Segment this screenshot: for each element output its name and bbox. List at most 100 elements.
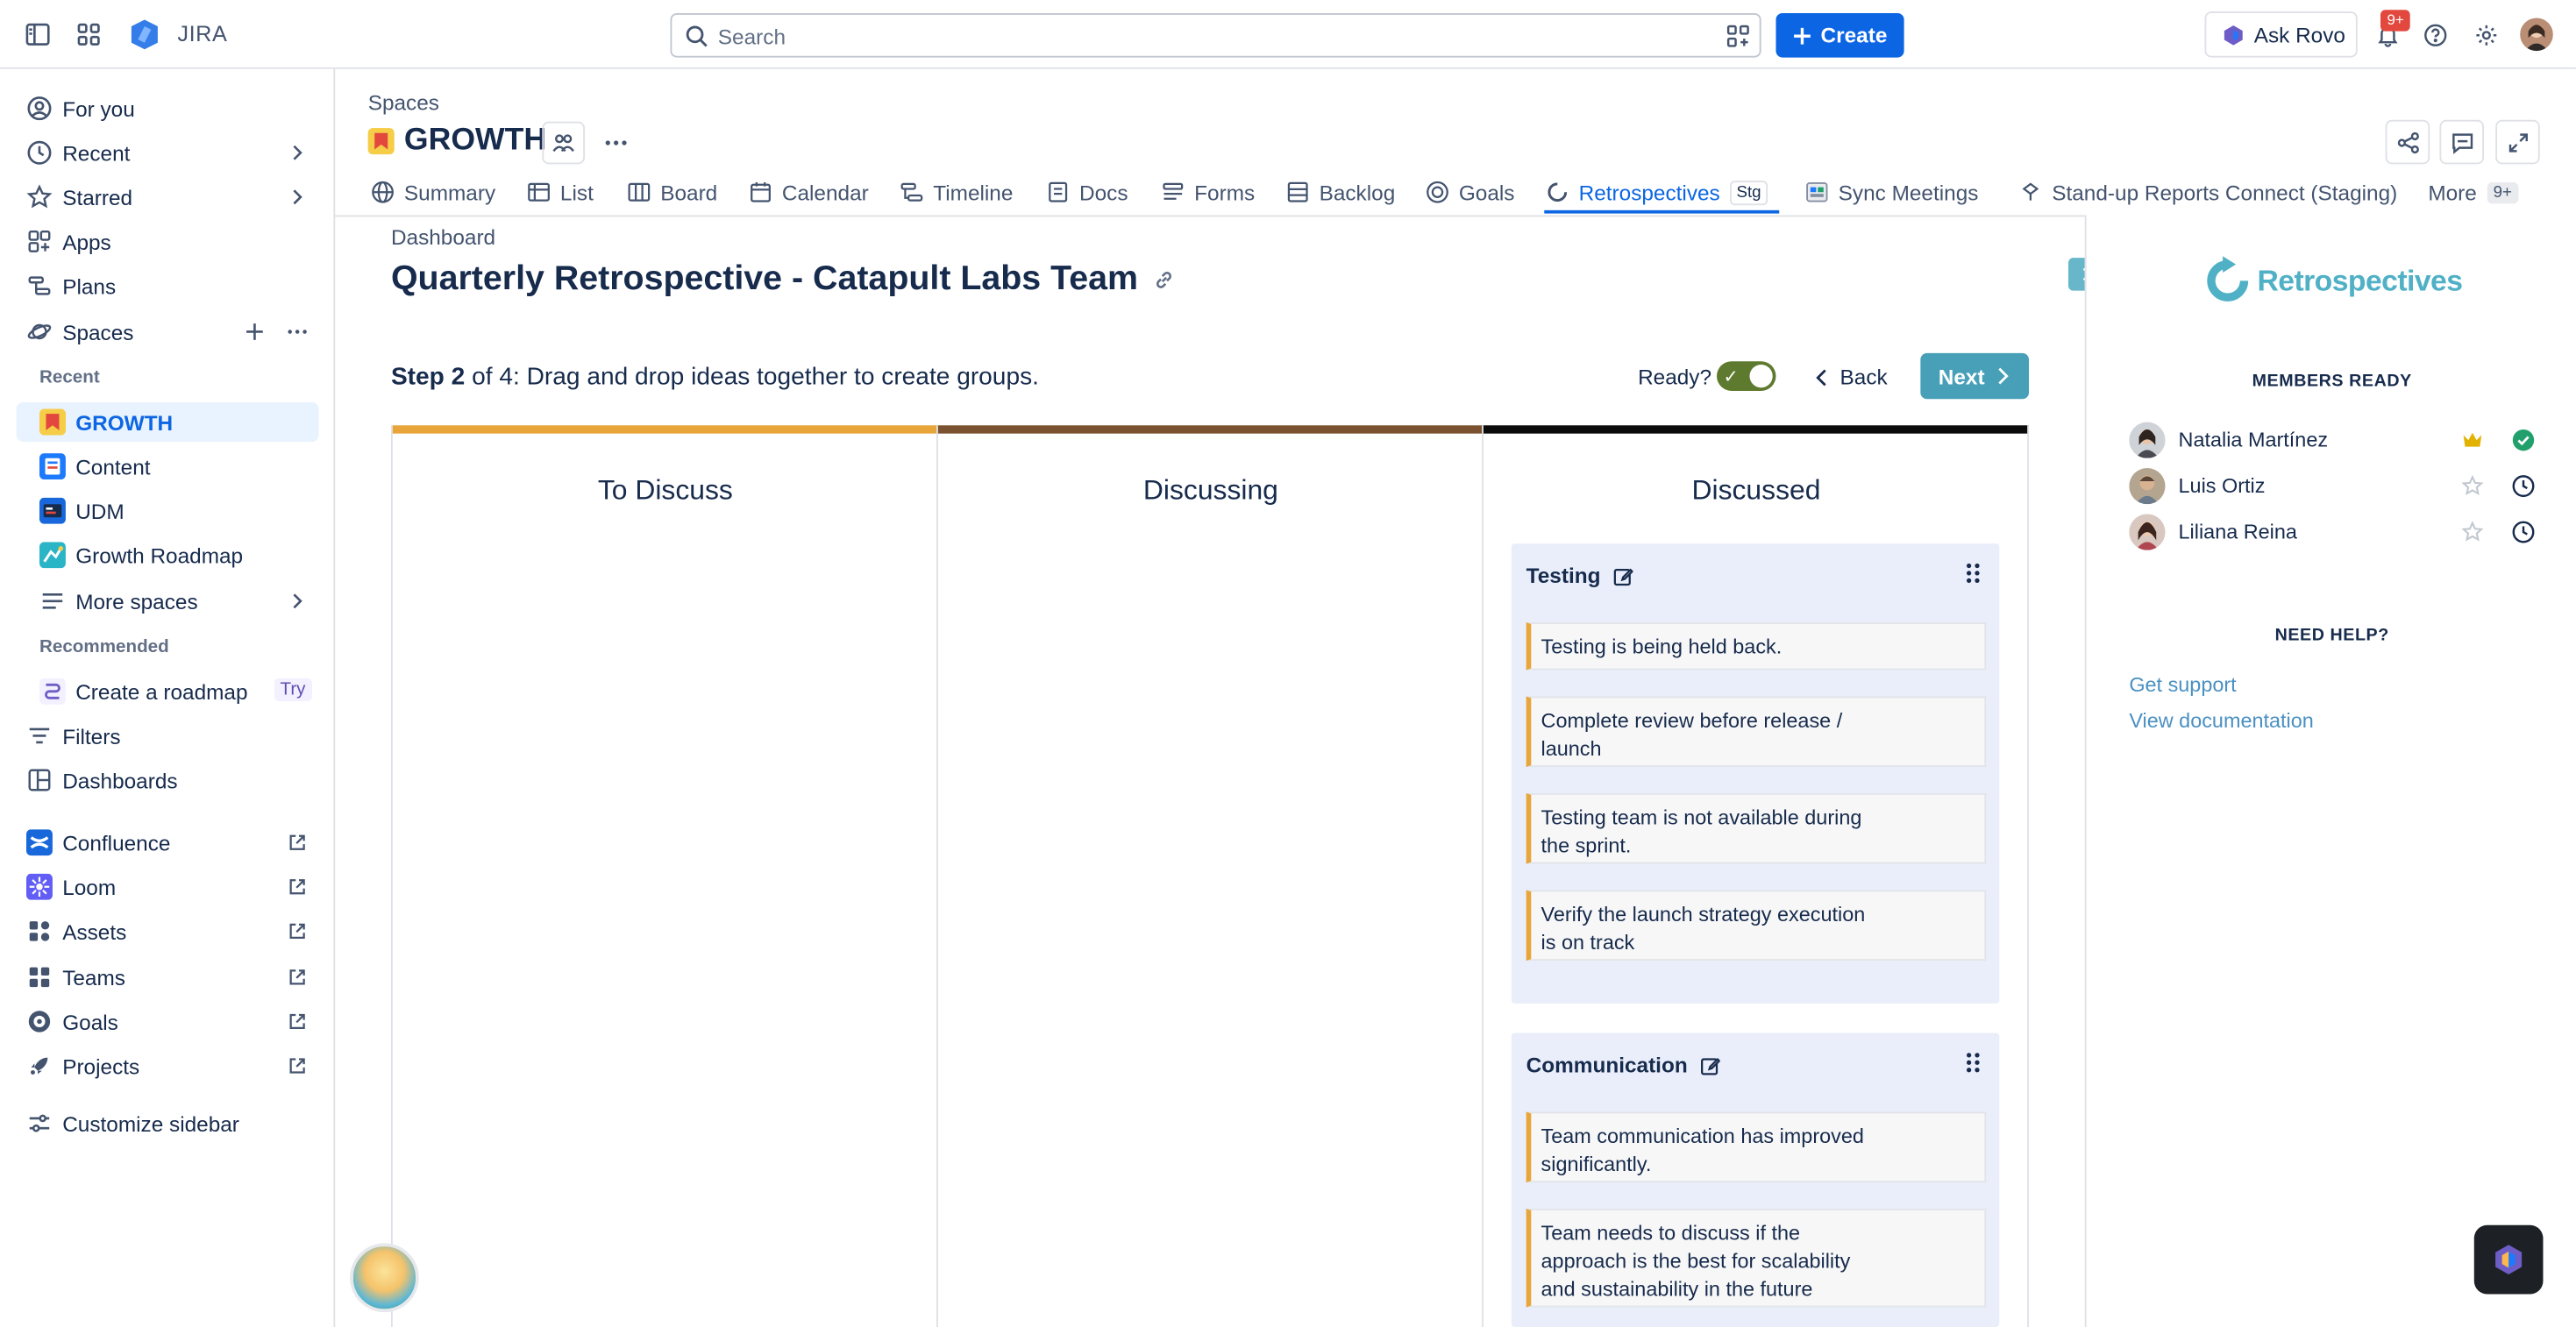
sidebar-item-recent[interactable]: Recent: [17, 133, 319, 173]
content-project-icon: [39, 453, 66, 480]
create-button[interactable]: Create: [1775, 12, 1904, 58]
ready-toggle[interactable]: ✓: [1717, 361, 1776, 391]
sidebar-space-udm[interactable]: UDM: [17, 491, 319, 530]
chevron-right-icon[interactable]: [286, 186, 309, 209]
external-link-icon[interactable]: [286, 1054, 309, 1077]
chevron-right-icon[interactable]: [286, 141, 309, 164]
sidebar-app-teams[interactable]: Teams: [17, 957, 319, 997]
view-documentation-link[interactable]: View documentation: [2129, 709, 2313, 732]
sidebar-app-projects[interactable]: Projects: [17, 1047, 319, 1086]
pending-clock-icon: [2512, 474, 2535, 498]
sidebar-item-plans[interactable]: Plans: [17, 266, 319, 306]
share-icon[interactable]: [2385, 119, 2430, 165]
next-button[interactable]: Next: [1920, 352, 2030, 400]
project-title: GROWTH: [367, 124, 546, 160]
project-more-icon[interactable]: [594, 122, 637, 165]
idea-card[interactable]: Team needs to discuss if the approach is…: [1526, 1209, 1987, 1308]
sidebar-item-for-you[interactable]: For you: [17, 89, 319, 128]
tab-more[interactable]: More 9+: [2428, 174, 2519, 210]
spaces-more-icon[interactable]: [286, 320, 309, 343]
sidebar-item-label: Assets: [62, 919, 127, 944]
add-space-plus-icon[interactable]: [243, 320, 266, 343]
external-link-icon[interactable]: [286, 919, 309, 942]
tab-list[interactable]: List: [527, 174, 594, 210]
settings-gear-icon[interactable]: [2469, 18, 2501, 51]
sidebar-space-content[interactable]: Content: [17, 447, 319, 486]
idea-card[interactable]: Team communication has improved signific…: [1526, 1111, 1987, 1183]
idea-card[interactable]: Testing is being held back.: [1526, 622, 1987, 671]
rovo-chat-fab[interactable]: [2473, 1224, 2544, 1295]
beach-globe-icon[interactable]: [350, 1243, 419, 1313]
sidebar-app-confluence[interactable]: Confluence: [17, 823, 319, 862]
sidebar-space-growth-roadmap[interactable]: Growth Roadmap: [17, 536, 319, 575]
idea-card[interactable]: Complete review before release / launch: [1526, 696, 1987, 768]
back-button[interactable]: Back: [1814, 365, 1888, 389]
sidebar-more-spaces[interactable]: More spaces: [17, 581, 319, 621]
team-people-icon[interactable]: [542, 121, 586, 165]
sidebar-item-dashboards[interactable]: Dashboards: [17, 761, 319, 800]
sidebar-item-spaces[interactable]: Spaces: [17, 312, 319, 351]
get-support-link[interactable]: Get support: [2129, 673, 2236, 696]
tab-board[interactable]: Board: [628, 174, 717, 210]
external-link-icon[interactable]: [286, 966, 309, 989]
link-icon[interactable]: [1151, 266, 1176, 291]
sidebar-create-roadmap[interactable]: Create a roadmap Try: [17, 671, 319, 711]
sidebar-toggle-icon[interactable]: [21, 18, 53, 51]
group-title-text: Testing: [1526, 563, 1601, 588]
app-name[interactable]: JIRA: [177, 21, 227, 46]
column-discussing[interactable]: Discussing: [936, 425, 1484, 1327]
idea-group-communication[interactable]: Communication Team communication has imp…: [1511, 1033, 2000, 1327]
drag-handle-icon[interactable]: [1963, 562, 1982, 585]
teams-icon: [26, 964, 53, 990]
tab-standup-reports[interactable]: Stand-up Reports Connect (Staging): [2019, 174, 2397, 210]
external-link-icon[interactable]: [286, 876, 309, 898]
dashboard-link[interactable]: Dashboard: [391, 225, 495, 250]
sidebar-item-filters[interactable]: Filters: [17, 716, 319, 756]
tab-sync-meetings[interactable]: Sync Meetings: [1805, 174, 1978, 210]
idea-card[interactable]: Testing team is not available during the…: [1526, 792, 1987, 864]
sidebar-app-loom[interactable]: Loom: [17, 867, 319, 906]
idea-card[interactable]: Verify the launch strategy execution is …: [1526, 890, 1987, 962]
help-icon[interactable]: [2418, 18, 2451, 51]
tab-backlog[interactable]: Backlog: [1286, 174, 1395, 210]
app-switcher-icon[interactable]: [72, 18, 104, 51]
column-to-discuss[interactable]: To Discuss: [390, 425, 938, 1327]
tab-goals[interactable]: Goals: [1426, 174, 1514, 210]
group-title: Testing: [1526, 564, 1633, 588]
sidebar-item-starred[interactable]: Starred: [17, 177, 319, 216]
tab-retrospectives[interactable]: Retrospectives Stg: [1546, 174, 1768, 210]
tab-label: List: [559, 180, 594, 205]
tab-calendar[interactable]: Calendar: [749, 174, 869, 210]
drag-handle-icon[interactable]: [1963, 1051, 1982, 1074]
chevron-right-icon[interactable]: [286, 590, 309, 613]
user-avatar[interactable]: [2520, 18, 2553, 52]
tab-docs[interactable]: Docs: [1047, 174, 1128, 210]
idea-group-testing[interactable]: Testing Testing is being held back. Comp…: [1511, 543, 2000, 1004]
tab-label: Sync Meetings: [1838, 180, 1979, 205]
search-filters-icon[interactable]: [1726, 25, 1749, 47]
external-link-icon[interactable]: [286, 1010, 309, 1033]
sidebar-customize[interactable]: Customize sidebar: [17, 1103, 319, 1143]
sidebar-item-apps[interactable]: Apps: [17, 222, 319, 261]
ready-check-icon: [2512, 429, 2535, 451]
group-title-text: Communication: [1526, 1053, 1688, 1078]
retrospectives-panel: Retrospectives MEMBERS READY Natalia Mar…: [2084, 215, 2576, 1327]
feedback-icon[interactable]: [2439, 119, 2485, 165]
fullscreen-expand-icon[interactable]: [2495, 119, 2540, 165]
breadcrumb[interactable]: Spaces: [368, 90, 439, 115]
member-name: Luis Ortiz: [2178, 474, 2266, 498]
external-link-icon[interactable]: [286, 831, 309, 854]
sidebar-app-goals[interactable]: Goals: [17, 1002, 319, 1041]
tab-timeline[interactable]: Timeline: [900, 174, 1013, 210]
sidebar-space-growth[interactable]: GROWTH: [16, 402, 319, 443]
tab-forms[interactable]: Forms: [1162, 174, 1255, 210]
roadmap-icon: [39, 678, 66, 705]
edit-icon[interactable]: [1613, 565, 1633, 585]
jira-logo-icon[interactable]: [128, 18, 160, 51]
sidebar-app-assets[interactable]: Assets: [17, 912, 319, 951]
tab-summary[interactable]: Summary: [371, 174, 495, 210]
ask-rovo-button[interactable]: Ask Rovo: [2204, 11, 2358, 58]
idea-text: Testing is being held back.: [1541, 635, 1783, 659]
edit-icon[interactable]: [1701, 1055, 1721, 1075]
search-input[interactable]: Search: [670, 12, 1761, 58]
